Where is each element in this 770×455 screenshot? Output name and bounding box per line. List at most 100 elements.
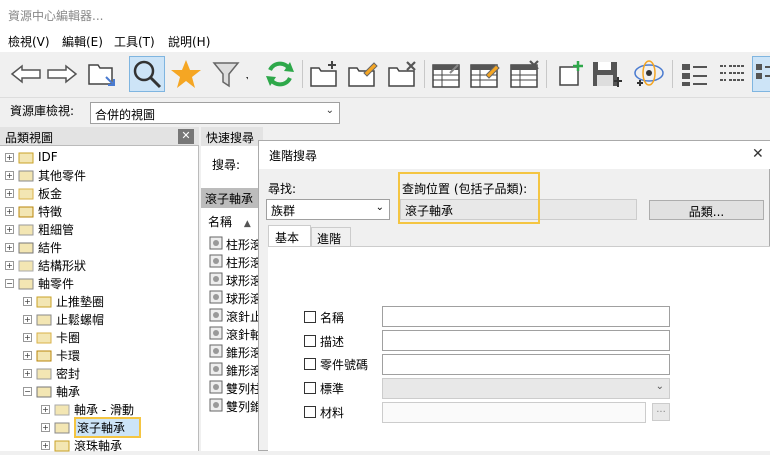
name-field[interactable] — [382, 306, 670, 327]
collapse-icon[interactable]: − — [5, 278, 14, 288]
add-item-icon[interactable] — [552, 56, 588, 92]
expand-icon[interactable]: + — [5, 188, 14, 198]
bearing-icon — [208, 290, 226, 307]
expand-icon[interactable]: + — [5, 260, 14, 270]
publish-icon[interactable] — [632, 56, 668, 92]
tree-item[interactable]: + 密封 — [23, 364, 80, 382]
chevron-down-icon: ⌄ — [655, 381, 664, 392]
tab-advanced[interactable]: 進階 — [311, 227, 351, 247]
name-checkbox[interactable] — [304, 311, 316, 323]
description-checkbox[interactable] — [304, 335, 316, 347]
edit-table-icon[interactable] — [466, 56, 502, 92]
tree-item[interactable]: + 滾子軸承 — [41, 416, 142, 438]
material-checkbox[interactable] — [304, 406, 316, 418]
result-row[interactable]: 柱形滾 — [208, 235, 263, 253]
expand-icon[interactable]: + — [5, 206, 14, 216]
tree-item[interactable]: + 其他零件 — [5, 166, 86, 184]
standard-label: 標準 — [320, 382, 345, 396]
standard-select[interactable]: ⌄ — [382, 378, 670, 399]
tree-item-label: 特徵 — [38, 204, 63, 219]
tab-basic[interactable]: 基本 — [268, 225, 311, 247]
new-folder-icon[interactable] — [306, 56, 342, 92]
tree-item[interactable]: + 粗細管 — [5, 220, 74, 238]
dialog-close-icon[interactable]: ✕ — [752, 146, 764, 162]
result-label: 滾針軸 — [226, 327, 263, 342]
collapse-icon[interactable]: − — [23, 386, 32, 396]
save-icon[interactable] — [590, 56, 626, 92]
material-field[interactable] — [382, 402, 646, 423]
result-row[interactable]: 球形滾 — [208, 271, 263, 289]
menu-help[interactable]: 說明(H) — [168, 33, 210, 50]
expand-icon[interactable]: + — [41, 404, 50, 414]
result-row[interactable]: 錐形滾 — [208, 361, 263, 379]
tree-item-label: 止鬆螺帽 — [56, 312, 105, 327]
tree-item-label: 結件 — [38, 240, 63, 255]
tree-item[interactable]: + 卡環 — [23, 346, 80, 364]
material-browse-button[interactable]: ... — [652, 403, 670, 421]
result-row[interactable]: 滾針止 — [208, 307, 263, 325]
expand-icon[interactable]: + — [23, 296, 32, 306]
search-icon[interactable] — [129, 56, 165, 92]
tree-item[interactable]: + 卡圈 — [23, 328, 80, 346]
back-arrow-icon[interactable] — [8, 56, 44, 92]
library-view-select[interactable]: 合併的視圖 ⌄ — [90, 102, 340, 124]
tree-item[interactable]: − 軸承 — [23, 382, 80, 400]
tree-item[interactable]: − 軸零件 — [5, 274, 74, 292]
tree-item[interactable]: + 結件 — [5, 238, 62, 256]
tree-item[interactable]: + 軸承 - 滑動 — [41, 400, 134, 418]
part-number-field[interactable] — [382, 354, 670, 375]
expand-icon[interactable]: + — [41, 440, 50, 450]
tree-item[interactable]: + 止推墊圈 — [23, 292, 104, 310]
result-row[interactable]: 錐形滾 — [208, 343, 263, 361]
filter-icon[interactable] — [212, 56, 248, 92]
description-field[interactable] — [382, 330, 670, 351]
expand-icon[interactable]: + — [23, 314, 32, 324]
find-select[interactable]: 族群 ⌄ — [266, 199, 390, 220]
expand-icon[interactable]: + — [23, 332, 32, 342]
tree-item[interactable]: + 板金 — [5, 184, 62, 202]
view-list-icon[interactable] — [676, 56, 712, 92]
expand-icon[interactable]: + — [5, 224, 14, 234]
table-icon[interactable] — [428, 56, 464, 92]
refresh-icon[interactable] — [262, 56, 298, 92]
expand-icon[interactable]: + — [5, 170, 14, 180]
result-row[interactable]: 柱形滾 — [208, 253, 263, 271]
delete-folder-icon[interactable] — [384, 56, 420, 92]
view-icons-icon[interactable] — [752, 56, 770, 92]
tree-item[interactable]: + 滾珠軸承 — [41, 436, 122, 454]
result-row[interactable]: 雙列柱 — [208, 379, 263, 397]
expand-icon[interactable]: + — [23, 368, 32, 378]
star-icon[interactable] — [168, 56, 204, 92]
menu-edit[interactable]: 編輯(E) — [62, 33, 103, 50]
category-button[interactable]: 品類... — [649, 200, 764, 220]
part-number-checkbox[interactable] — [304, 358, 316, 370]
column-name-header[interactable]: 名稱 ▲ — [208, 213, 263, 233]
category-icon — [54, 421, 70, 434]
folder-icon[interactable] — [84, 56, 120, 92]
menu-view[interactable]: 檢視(V) — [8, 33, 50, 50]
expand-icon[interactable]: + — [41, 422, 50, 432]
quick-search-header: 快速搜尋 — [201, 127, 263, 146]
edit-folder-icon[interactable] — [344, 56, 380, 92]
expand-icon[interactable]: + — [23, 350, 32, 360]
result-row[interactable]: 球形滾 — [208, 289, 263, 307]
window-title: 資源中心編輯器... — [0, 0, 770, 30]
delete-table-icon[interactable] — [506, 56, 542, 92]
close-icon[interactable]: ✕ — [178, 129, 194, 144]
result-row[interactable]: 滾針軸 — [208, 325, 263, 343]
tree-item-label: 止推墊圈 — [56, 294, 105, 309]
result-row[interactable]: 雙列錐 — [208, 397, 263, 415]
dialog-title: 進階搜尋 — [259, 141, 770, 169]
tree-item[interactable]: + 結構形狀 — [5, 256, 86, 274]
tree-item-label: 軸承 — [56, 384, 81, 399]
expand-icon[interactable]: + — [5, 152, 14, 162]
tree-item[interactable]: + IDF — [5, 148, 58, 166]
standard-checkbox[interactable] — [304, 382, 316, 394]
bearing-icon — [208, 380, 226, 397]
expand-icon[interactable]: + — [5, 242, 14, 252]
menu-tools[interactable]: 工具(T) — [114, 33, 155, 50]
forward-arrow-icon[interactable] — [44, 56, 80, 92]
tree-item[interactable]: + 特徵 — [5, 202, 62, 220]
tree-item[interactable]: + 止鬆螺帽 — [23, 310, 104, 328]
view-detail-icon[interactable] — [714, 56, 750, 92]
